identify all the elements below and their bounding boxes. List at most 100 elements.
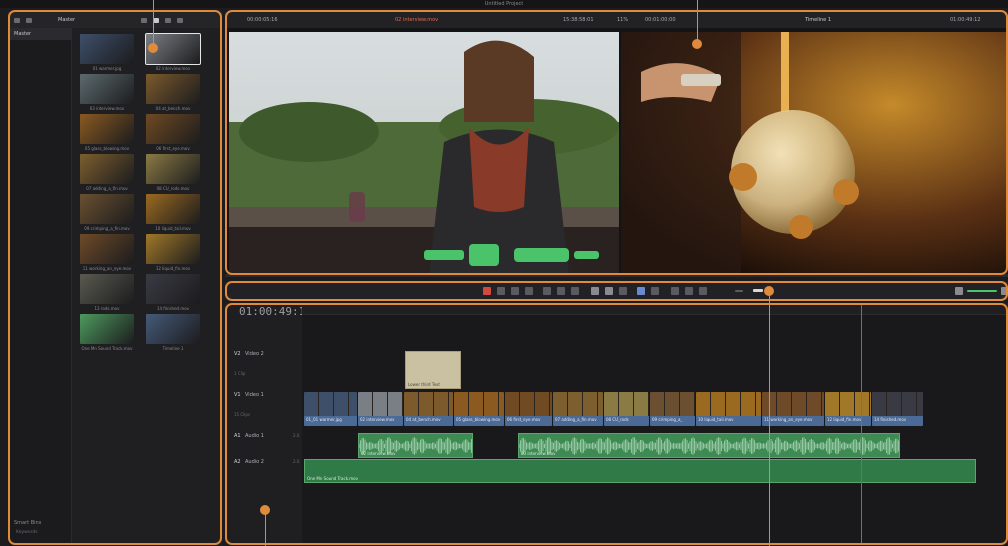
forward-icon[interactable] — [26, 17, 32, 23]
clip-frames — [404, 392, 453, 416]
audio-clip[interactable]: 02 interview.mov — [358, 433, 473, 458]
media-clip[interactable]: 14 finished.mov — [146, 274, 200, 315]
track-meta: 1 Clip — [234, 371, 246, 376]
clip-frames — [304, 392, 357, 416]
zoom-full-icon[interactable] — [671, 287, 679, 295]
video-clip-name: 08 CU_rods — [604, 416, 649, 426]
timeline-viewer[interactable] — [621, 32, 1008, 275]
video-clip-name: 07 adding_a_fin.mov — [553, 416, 603, 426]
media-clip[interactable]: Timeline 1 — [146, 314, 200, 355]
blade-icon[interactable] — [525, 287, 533, 295]
viewer-area: 00:00:05:16 02 interview.mov 15:38:58:01… — [225, 12, 1008, 277]
media-pool: Master Master Smart Bins Keywords 01 war… — [8, 12, 222, 545]
snapping-icon[interactable] — [591, 287, 599, 295]
list-view-icon[interactable] — [141, 17, 148, 23]
viewer-scrubber[interactable] — [225, 274, 1008, 277]
zoom-slider[interactable] — [753, 289, 763, 292]
timeline-selector[interactable]: Timeline 1 — [805, 17, 831, 23]
video-clip[interactable]: 02 interview.mov — [358, 392, 403, 426]
video-clip[interactable]: 04 at_bench.mov — [404, 392, 453, 426]
source-viewer[interactable] — [229, 32, 619, 275]
audio-clip[interactable]: 03 interview.mov — [518, 433, 900, 458]
clip-label: 14 finished.mov — [156, 306, 190, 311]
callout-dot — [692, 39, 702, 49]
video-clip[interactable]: 01_01 warmer.jpg — [304, 392, 357, 426]
sort-icon[interactable] — [177, 17, 184, 23]
clip-label: 12 liquid_fin.mov — [155, 266, 191, 271]
media-clip[interactable]: 01 warmer.jpg — [80, 34, 134, 75]
video-clip-name: 02 interview.mov — [358, 416, 403, 426]
source-clip-name[interactable]: 02 interview.mov — [395, 17, 438, 23]
flag-icon[interactable] — [637, 287, 645, 295]
lock-icon[interactable] — [619, 287, 627, 295]
clip-frames — [604, 392, 649, 416]
media-clip[interactable]: 12 liquid_fin.mov — [146, 234, 200, 275]
playhead[interactable] — [861, 303, 862, 545]
media-clip[interactable]: 09 crimping_a_fin.mov — [80, 194, 134, 235]
media-clip[interactable]: 04 at_bench.mov — [146, 74, 200, 115]
video-clip-name: 04 at_bench.mov — [404, 416, 453, 426]
track-name[interactable]: Audio 2 — [245, 459, 264, 465]
clip-frames — [872, 392, 923, 416]
zoom-level[interactable]: 11% — [617, 17, 628, 23]
track-meta: 2.0 — [293, 433, 300, 438]
clip-label: 03 interview.mov — [89, 106, 125, 111]
clip-label: 01 warmer.jpg — [92, 66, 122, 71]
clip-thumbnail — [146, 234, 200, 264]
media-clip[interactable]: 05 glass_blowing.mov — [80, 114, 134, 155]
zoom-detail-icon[interactable] — [685, 287, 693, 295]
callout-line — [265, 510, 266, 546]
volume-slider[interactable] — [967, 290, 997, 292]
media-pool-header: Master — [8, 12, 222, 28]
title-clip[interactable]: Lower third Text — [405, 351, 461, 389]
video-clip[interactable]: 10 liquid_tail.mov — [696, 392, 761, 426]
clip-label: 09 crimping_a_fin.mov — [84, 226, 130, 231]
clip-frames — [505, 392, 552, 416]
zoom-custom-icon[interactable] — [699, 287, 707, 295]
video-clip[interactable]: 12 liquid_fin.mov — [825, 392, 871, 426]
media-clip[interactable]: 02 interview.mov — [145, 33, 201, 75]
clip-thumbnail — [146, 274, 200, 304]
pointer-icon[interactable] — [483, 287, 491, 295]
video-clip[interactable]: 07 adding_a_fin.mov — [553, 392, 603, 426]
media-clip[interactable]: 03 interview.mov — [80, 74, 134, 115]
media-clip[interactable]: 13 rods.mov — [80, 274, 134, 315]
marker-icon[interactable] — [651, 287, 659, 295]
track-name[interactable]: Video 1 — [245, 392, 264, 398]
bin-item-master[interactable]: Master — [8, 28, 71, 40]
media-clip[interactable]: 08 CU_rods.mov — [146, 154, 200, 195]
replace-icon[interactable] — [571, 287, 579, 295]
video-clip[interactable]: 11 working_an_eye.mov — [762, 392, 824, 426]
source-timecode: 00:00:05:16 — [247, 17, 278, 23]
media-clip[interactable]: 06 first_eye.mov — [146, 114, 200, 155]
record-timecode: 01:00:49:12 — [950, 17, 981, 23]
link-icon[interactable] — [605, 287, 613, 295]
clip-thumbnail — [80, 234, 134, 264]
insert-icon[interactable] — [543, 287, 551, 295]
video-clip[interactable]: 06 first_eye.mov — [505, 392, 552, 426]
media-clip[interactable]: One Mn Sound Track.mov — [80, 314, 134, 355]
search-icon[interactable] — [165, 17, 172, 23]
track-name[interactable]: Video 2 — [245, 351, 264, 357]
video-clip[interactable]: 09 crimping_a_ — [650, 392, 695, 426]
video-clip[interactable]: 05 glass_blowing.mov — [454, 392, 504, 426]
speaker-icon[interactable] — [955, 287, 963, 295]
dynamic-trim-icon[interactable] — [511, 287, 519, 295]
music-clip[interactable]: One Mn Sound Track.mov — [304, 459, 976, 483]
audio-meter-icon[interactable] — [1001, 287, 1008, 295]
trim-icon[interactable] — [497, 287, 505, 295]
callout-dot — [764, 286, 774, 296]
media-clip[interactable]: 10 liquid_tail.mov — [146, 194, 200, 235]
smart-bin-keywords[interactable]: Keywords — [16, 530, 38, 535]
minus-icon[interactable] — [735, 290, 743, 292]
media-clip[interactable]: 07 adding_a_fin.mov — [80, 154, 134, 195]
overwrite-icon[interactable] — [557, 287, 565, 295]
video-clip[interactable]: 14 finished.mov — [872, 392, 923, 426]
media-clip[interactable]: 11 working_an_eye.mov — [80, 234, 134, 275]
video-clip[interactable]: 08 CU_rods — [604, 392, 649, 426]
back-icon[interactable] — [14, 17, 20, 23]
track-name[interactable]: Audio 1 — [245, 433, 264, 439]
timeline-ruler[interactable] — [302, 303, 1008, 315]
clip-label: Timeline 1 — [162, 346, 184, 351]
video-clip-name: 06 first_eye.mov — [505, 416, 552, 426]
